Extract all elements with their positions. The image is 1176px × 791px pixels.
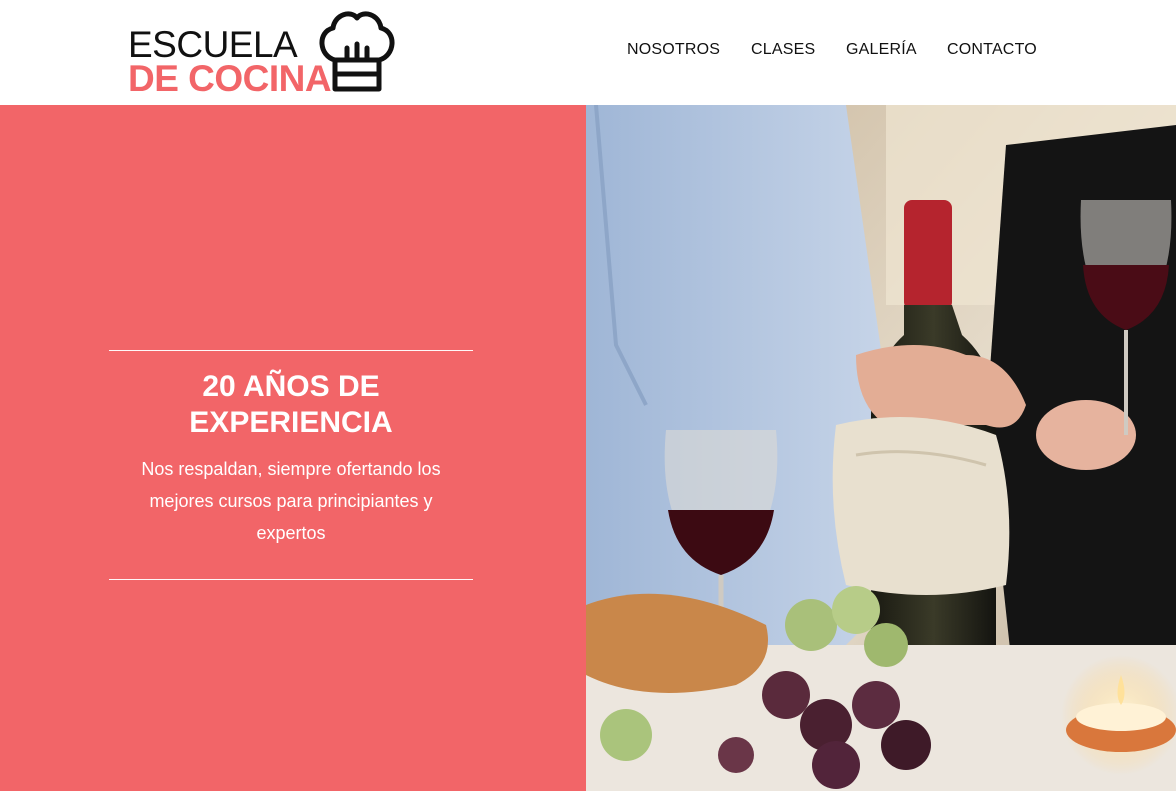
hero-panel: 20 AÑOS DE EXPERIENCIA Nos respaldan, si…	[0, 105, 586, 791]
hero-title: 20 AÑOS DE EXPERIENCIA	[109, 369, 473, 441]
logo-text-de-cocina: DE COCINA	[128, 58, 332, 99]
hero-description: Nos respaldan, siempre ofertando los mej…	[141, 459, 441, 543]
divider-top	[109, 350, 473, 351]
nav-item-nosotros[interactable]: NOSOTROS	[627, 40, 720, 60]
hero-title-line1: 20 AÑOS DE	[202, 370, 380, 403]
divider-bottom	[109, 579, 473, 580]
hero-title-line2: EXPERIENCIA	[189, 406, 393, 439]
nav-item-contacto[interactable]: CONTACTO	[947, 40, 1037, 60]
main-nav: NOSOTROS CLASES GALERÍA CONTACTO	[0, 40, 1176, 62]
wine-dinner-photo	[586, 105, 1176, 791]
nav-item-clases[interactable]: CLASES	[751, 40, 815, 60]
hero-photo	[586, 105, 1176, 791]
site-header: ESCUELA DE COCINA NOSOTROS CLASES GALERÍ…	[0, 0, 1176, 105]
nav-item-galeria[interactable]: GALERÍA	[846, 40, 917, 60]
